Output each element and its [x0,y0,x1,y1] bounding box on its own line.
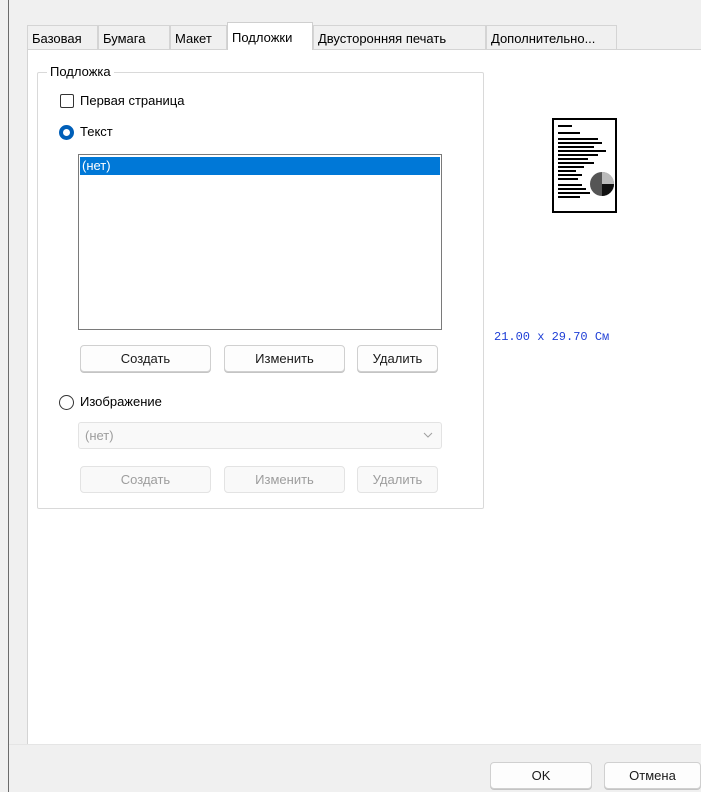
image-radio-label[interactable]: Изображение [80,394,162,409]
first-page-checkbox[interactable] [60,94,74,108]
page-preview [552,118,617,213]
tab-watermarks[interactable]: Подложки [227,22,313,50]
image-select-value: (нет) [85,428,114,443]
chevron-down-icon [423,432,433,438]
window-left-edge [0,0,9,792]
ok-button[interactable]: OK [490,762,592,789]
text-radio[interactable] [59,125,74,140]
dialog-footer [9,744,701,792]
tab-advanced[interactable]: Дополнительно... [486,25,617,49]
tab-paper[interactable]: Бумага [98,25,170,49]
document-preview-icon [558,125,614,198]
cancel-button[interactable]: Отмена [604,762,701,789]
text-delete-button[interactable]: Удалить [357,345,438,372]
groupbox-title: Подложка [47,64,114,79]
image-select[interactable]: (нет) [78,422,442,449]
tab-duplex[interactable]: Двусторонняя печать [313,25,486,49]
image-edit-button[interactable]: Изменить [224,466,345,493]
image-delete-button[interactable]: Удалить [357,466,438,493]
image-create-button[interactable]: Создать [80,466,211,493]
tab-layout[interactable]: Макет [170,25,227,49]
text-create-button[interactable]: Создать [80,345,211,372]
tab-basic[interactable]: Базовая [27,25,98,49]
text-edit-button[interactable]: Изменить [224,345,345,372]
first-page-label[interactable]: Первая страница [80,93,184,108]
list-item[interactable]: (нет) [80,157,440,175]
image-radio[interactable] [59,395,74,410]
text-radio-label[interactable]: Текст [80,124,113,139]
text-watermark-list[interactable]: (нет) [78,154,442,330]
paper-size-text: 21.00 x 29.70 Cм [494,330,610,344]
